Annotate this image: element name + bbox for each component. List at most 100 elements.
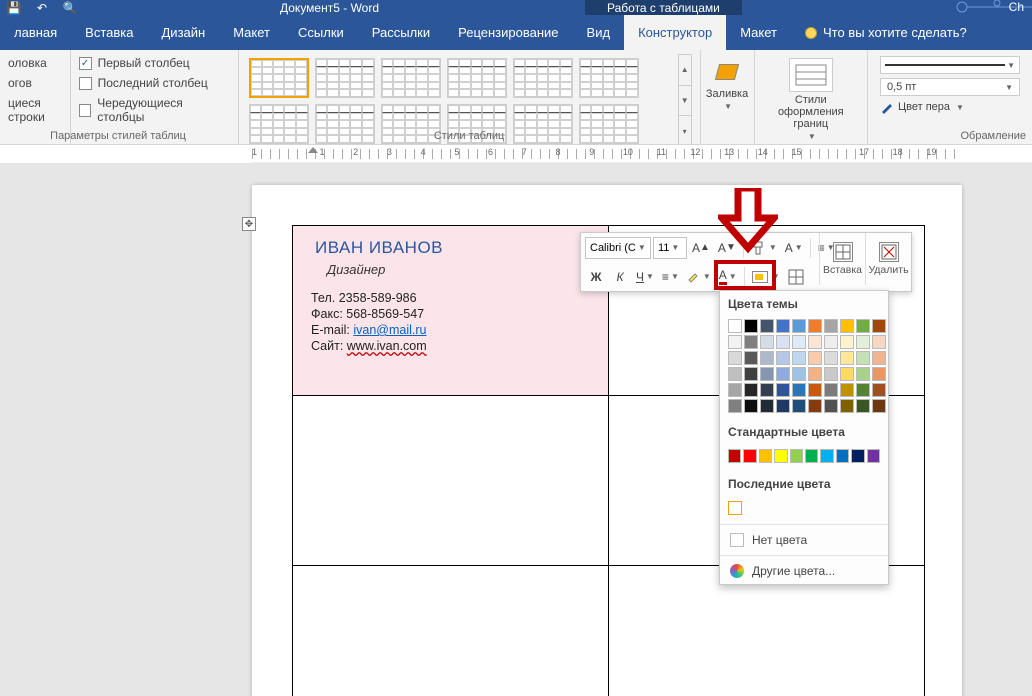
save-icon[interactable]: 💾 — [4, 0, 24, 15]
font-size-input[interactable]: 11▼ — [653, 237, 687, 259]
theme-color-swatch[interactable] — [744, 335, 758, 349]
theme-color-swatch[interactable] — [776, 383, 790, 397]
indent-marker-icon[interactable] — [308, 147, 318, 153]
theme-color-swatch[interactable] — [728, 399, 742, 413]
standard-color-swatch[interactable] — [820, 449, 833, 463]
theme-color-swatch[interactable] — [776, 335, 790, 349]
chk-last-column[interactable]: Последний столбец — [79, 76, 230, 90]
horizontal-ruler[interactable]: 1123456789101112131415171819 — [252, 145, 1032, 163]
theme-color-swatch[interactable] — [824, 383, 838, 397]
chk-banded-columns[interactable]: Чередующиеся столбцы — [79, 96, 230, 124]
theme-color-swatch[interactable] — [808, 367, 822, 381]
theme-color-swatch[interactable] — [840, 383, 854, 397]
theme-color-swatch[interactable] — [824, 367, 838, 381]
theme-color-swatch[interactable] — [856, 367, 870, 381]
recent-color-swatch[interactable] — [728, 501, 742, 515]
font-family-input[interactable]: Calibri (С▼ — [585, 237, 651, 259]
tell-me-search[interactable]: Что вы хотите сделать? — [805, 15, 967, 50]
theme-color-swatch[interactable] — [840, 367, 854, 381]
theme-color-swatch[interactable] — [872, 319, 886, 333]
theme-color-swatch[interactable] — [744, 367, 758, 381]
theme-color-swatch[interactable] — [856, 383, 870, 397]
tab-view[interactable]: Вид — [573, 15, 625, 50]
tab-table-design[interactable]: Конструктор — [624, 15, 726, 50]
theme-color-swatch[interactable] — [776, 319, 790, 333]
chk-first-column[interactable]: ✓Первый столбец — [79, 56, 230, 70]
theme-color-swatch[interactable] — [776, 351, 790, 365]
theme-color-swatch[interactable] — [808, 351, 822, 365]
email-link[interactable]: ivan@mail.ru — [353, 323, 426, 337]
no-color-item[interactable]: Нет цвета — [720, 527, 888, 553]
theme-color-swatch[interactable] — [840, 399, 854, 413]
theme-color-swatch[interactable] — [792, 383, 806, 397]
tab-mailings[interactable]: Рассылки — [358, 15, 444, 50]
theme-color-swatch[interactable] — [760, 399, 774, 413]
theme-color-swatch[interactable] — [792, 335, 806, 349]
print-preview-icon[interactable]: 🔍 — [60, 0, 80, 15]
theme-color-swatch[interactable] — [872, 399, 886, 413]
table-cell-3-1[interactable] — [293, 566, 609, 696]
theme-color-swatch[interactable] — [824, 351, 838, 365]
theme-color-swatch[interactable] — [840, 335, 854, 349]
standard-color-swatch[interactable] — [851, 449, 864, 463]
theme-color-swatch[interactable] — [856, 399, 870, 413]
chk-banded-rows[interactable]: циеся строки — [8, 96, 62, 124]
theme-color-swatch[interactable] — [760, 351, 774, 365]
theme-color-swatch[interactable] — [760, 367, 774, 381]
tab-table-layout[interactable]: Макет — [726, 15, 791, 50]
theme-color-swatch[interactable] — [776, 367, 790, 381]
italic-button[interactable]: К — [609, 265, 631, 289]
theme-color-swatch[interactable] — [872, 335, 886, 349]
chk-total-row[interactable]: огов — [8, 76, 62, 90]
chk-header-row[interactable]: оловка — [8, 56, 62, 70]
border-styles-button[interactable]: Стили оформления границ ▼ — [763, 54, 859, 145]
table-style-thumb[interactable] — [513, 58, 573, 98]
table-cell-3-2[interactable] — [609, 566, 925, 696]
grow-font-button[interactable]: A▲ — [689, 236, 713, 260]
theme-color-swatch[interactable] — [872, 367, 886, 381]
theme-color-swatch[interactable] — [744, 351, 758, 365]
table-style-thumb[interactable] — [315, 58, 375, 98]
tab-insert[interactable]: Вставка — [71, 15, 147, 50]
tab-home[interactable]: лавная — [0, 15, 71, 50]
standard-color-swatch[interactable] — [743, 449, 756, 463]
shading-button[interactable]: Заливка ▼ — [709, 54, 746, 115]
undo-icon[interactable]: ↶ — [32, 0, 52, 15]
tab-references[interactable]: Ссылки — [284, 15, 358, 50]
standard-color-swatch[interactable] — [759, 449, 772, 463]
border-line-style[interactable]: ▼ — [880, 56, 1020, 74]
theme-color-swatch[interactable] — [808, 399, 822, 413]
tab-design[interactable]: Дизайн — [148, 15, 220, 50]
theme-color-swatch[interactable] — [728, 383, 742, 397]
theme-color-swatch[interactable] — [744, 383, 758, 397]
standard-color-swatch[interactable] — [728, 449, 741, 463]
table-style-thumb[interactable] — [447, 58, 507, 98]
theme-color-swatch[interactable] — [728, 351, 742, 365]
theme-color-swatch[interactable] — [840, 319, 854, 333]
theme-color-swatch[interactable] — [824, 335, 838, 349]
standard-color-swatch[interactable] — [805, 449, 818, 463]
mini-delete-button[interactable]: Удалить — [865, 233, 911, 285]
theme-color-swatch[interactable] — [776, 399, 790, 413]
standard-color-swatch[interactable] — [790, 449, 803, 463]
theme-color-swatch[interactable] — [792, 399, 806, 413]
theme-color-swatch[interactable] — [744, 319, 758, 333]
borders-button[interactable] — [785, 265, 807, 289]
table-style-thumb[interactable] — [381, 58, 441, 98]
theme-color-swatch[interactable] — [856, 335, 870, 349]
align-button[interactable]: ≡▼ — [659, 265, 682, 289]
theme-color-swatch[interactable] — [728, 319, 742, 333]
table-move-handle-icon[interactable]: ✥ — [242, 217, 256, 231]
highlight-button[interactable]: ▼ — [684, 265, 714, 289]
theme-color-swatch[interactable] — [808, 383, 822, 397]
theme-color-swatch[interactable] — [760, 383, 774, 397]
theme-color-swatch[interactable] — [792, 367, 806, 381]
table-cell-1-1[interactable]: ИВАН ИВАНОВ Дизайнер Тел. 2358-589-986 Ф… — [293, 226, 609, 396]
theme-color-swatch[interactable] — [728, 335, 742, 349]
theme-color-swatch[interactable] — [872, 383, 886, 397]
table-style-thumb[interactable] — [249, 58, 309, 98]
tab-review[interactable]: Рецензирование — [444, 15, 572, 50]
table-cell-2-1[interactable] — [293, 396, 609, 566]
theme-color-swatch[interactable] — [808, 335, 822, 349]
mini-insert-button[interactable]: Вставка — [819, 233, 865, 285]
